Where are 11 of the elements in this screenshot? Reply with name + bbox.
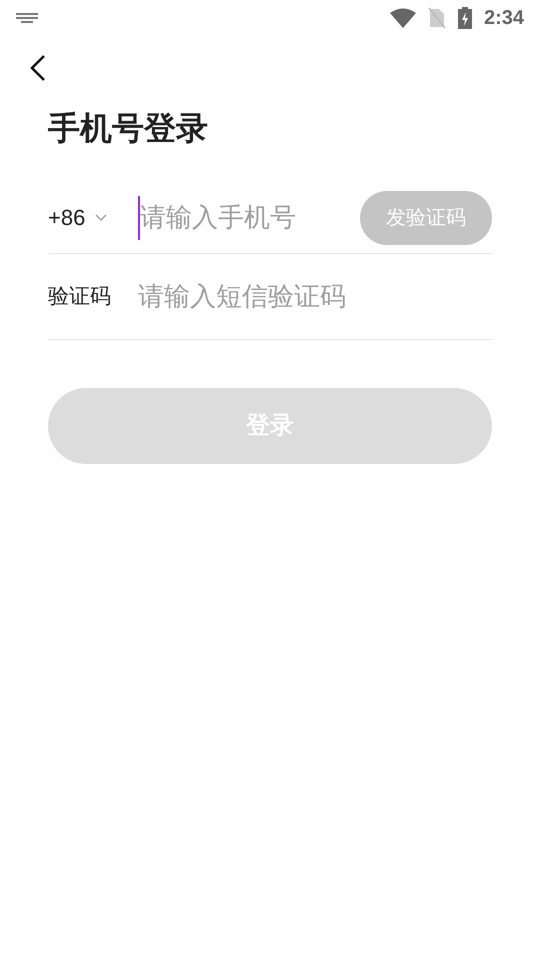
- battery-charging-icon: [458, 7, 472, 29]
- phone-input-field[interactable]: 请输入手机号: [138, 196, 360, 240]
- clock-time: 2:34: [484, 6, 524, 31]
- page-title: 手机号登录: [48, 109, 209, 148]
- code-label: 验证码: [48, 284, 112, 310]
- wifi-icon: [390, 8, 416, 28]
- chevron-down-icon: [95, 214, 108, 221]
- back-icon: [30, 54, 46, 82]
- country-code-dropdown[interactable]: +86: [48, 201, 138, 234]
- no-sim-icon: [428, 7, 446, 29]
- code-input-field[interactable]: 请输入短信验证码: [138, 274, 492, 318]
